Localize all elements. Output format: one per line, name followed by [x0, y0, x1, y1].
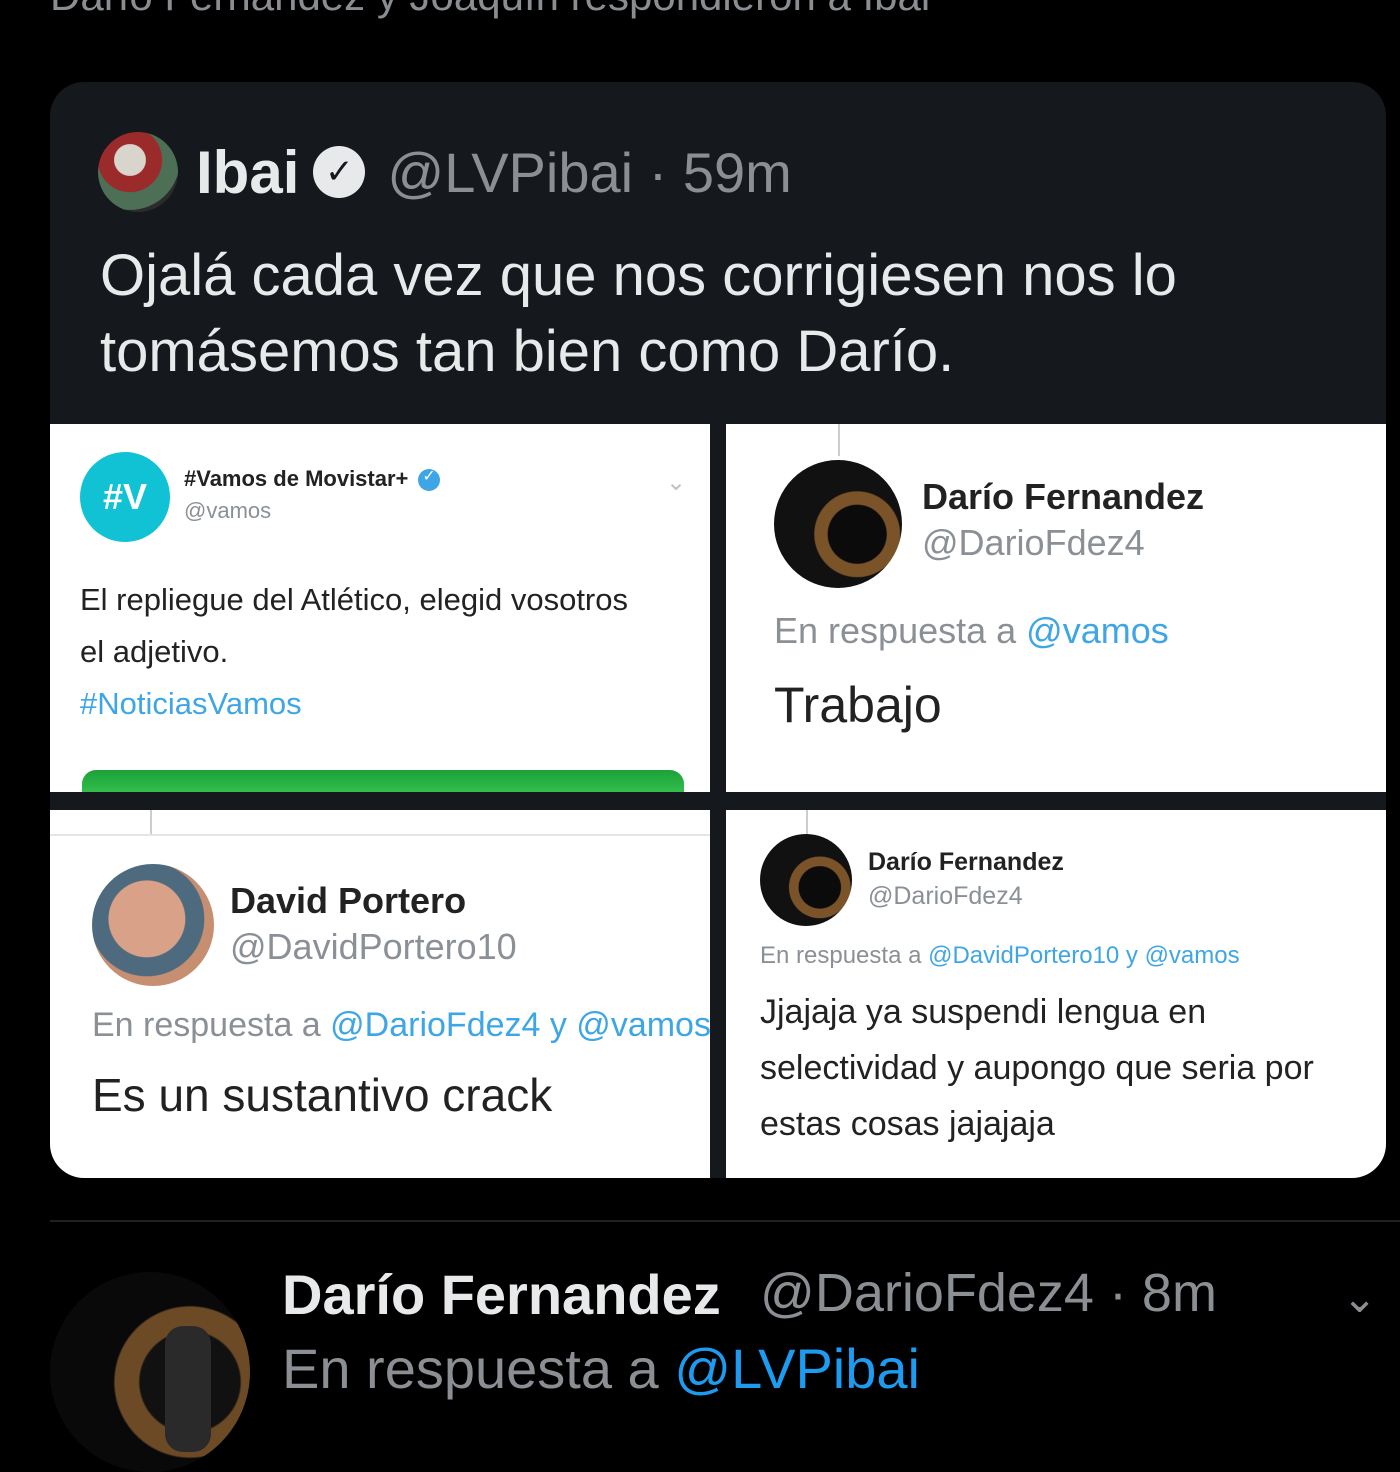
- media-cell-david[interactable]: David Portero @DavidPortero10 En respues…: [50, 810, 710, 1178]
- reply-mention-link[interactable]: @LVPibai: [674, 1337, 920, 1400]
- thread-line: [150, 810, 152, 836]
- person-silhouette: [165, 1326, 211, 1452]
- quoted-tweet-card[interactable]: Ibai ✓ @LVPibai · 59m Ojalá cada vez que…: [50, 82, 1386, 1178]
- vamos-text-line1: El repliegue del Atlético, elegid vosotr…: [80, 582, 628, 617]
- thread-line: [806, 810, 808, 834]
- dario-small-handle: @DarioFdez4: [868, 882, 1023, 910]
- vamos-avatar-label: #V: [102, 476, 148, 517]
- dario-handle: @DarioFdez4: [922, 522, 1145, 563]
- vamos-hashtag: #NoticiasVamos: [80, 686, 302, 721]
- vamos-handle: @vamos: [184, 498, 272, 523]
- david-handle: @DavidPortero10: [230, 926, 517, 967]
- david-avatar: [92, 864, 214, 986]
- verified-icon: ✓: [313, 146, 366, 198]
- bottom-dario-avatar[interactable]: [50, 1272, 250, 1472]
- media-grid[interactable]: #V #Vamos de Movistar+ @vamos ⌄ El repli…: [50, 424, 1386, 1178]
- top-reply-summary: Darío Fernandez y Joaquín respondieron a…: [50, 0, 930, 20]
- tweet-separator: [50, 1220, 1400, 1222]
- bottom-author-handle-time[interactable]: @DarioFdez4 · 8m: [760, 1262, 1217, 1324]
- david-reply-text: Es un sustantivo crack: [92, 1069, 553, 1121]
- david-name: David Portero: [230, 880, 467, 921]
- quoted-author-handle-time[interactable]: @LVPibai · 59m: [387, 140, 791, 205]
- dario-avatar: [774, 460, 902, 588]
- chevron-down-icon: ⌄: [666, 469, 687, 496]
- dario-small-reply-text: Jjajaja ya suspendi lengua en selectivid…: [760, 993, 1314, 1143]
- ibai-avatar[interactable]: [98, 132, 178, 212]
- verified-icon: [418, 466, 441, 492]
- dario-reply-text: Trabajo: [774, 677, 942, 733]
- divider: [50, 834, 710, 836]
- quoted-tweet-header: Ibai ✓ @LVPibai · 59m: [98, 130, 792, 214]
- vamos-name: #Vamos de Movistar+: [184, 466, 441, 492]
- media-cell-vamos[interactable]: #V #Vamos de Movistar+ @vamos ⌄ El repli…: [50, 424, 710, 792]
- quoted-author-name[interactable]: Ibai: [196, 138, 299, 207]
- david-reply-line: En respuesta a @DarioFdez4 y @vamos: [92, 1006, 710, 1044]
- dario-small-reply-line: En respuesta a @DavidPortero10 y @vamos: [760, 942, 1240, 969]
- vamos-avatar: #V: [80, 452, 170, 542]
- media-cell-dario-2[interactable]: Darío Fernandez @DarioFdez4 En respuesta…: [726, 810, 1386, 1178]
- media-cell-dario-1[interactable]: Darío Fernandez @DarioFdez4 En respuesta…: [726, 424, 1386, 792]
- dario-avatar-small: [760, 834, 852, 926]
- chevron-down-icon[interactable]: ⌄: [1342, 1273, 1377, 1322]
- dario-reply-line: En respuesta a @vamos: [774, 610, 1169, 651]
- bottom-author-name[interactable]: Darío Fernandez: [282, 1262, 721, 1327]
- thread-line: [838, 424, 840, 456]
- dario-name: Darío Fernandez: [922, 476, 1205, 517]
- green-media-bar: [82, 770, 684, 792]
- bottom-reply-line: En respuesta a @LVPibai: [282, 1337, 920, 1400]
- quoted-tweet-text: Ojalá cada vez que nos corrigiesen nos l…: [100, 243, 1177, 384]
- dario-small-name: Darío Fernandez: [868, 848, 1064, 876]
- vamos-text-line2: el adjetivo.: [80, 634, 229, 669]
